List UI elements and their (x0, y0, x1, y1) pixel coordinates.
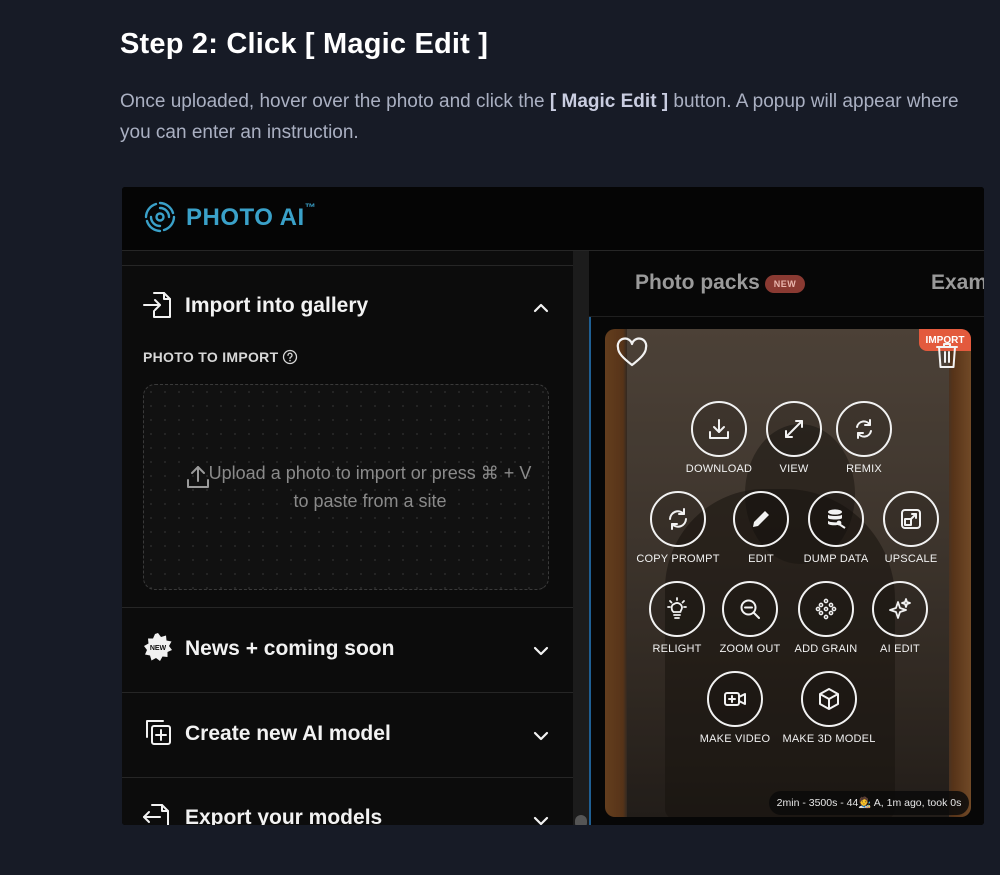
sidebar-scrollbar[interactable] (573, 251, 589, 825)
chevron-down-icon[interactable] (530, 725, 552, 747)
export-icon (143, 804, 169, 825)
upscale-icon (901, 509, 921, 529)
ai-edit-button[interactable] (872, 581, 928, 637)
make-3d-model-label: MAKE 3D MODEL (782, 733, 876, 745)
add-copy-icon (146, 720, 171, 745)
grain-icon (815, 598, 837, 620)
view-button[interactable] (766, 401, 822, 457)
sparkle-icon (889, 598, 911, 619)
step-description: Once uploaded, hover over the photo and … (120, 86, 980, 148)
pencil-icon (753, 511, 769, 527)
download-icon (709, 419, 729, 439)
remix-label: REMIX (846, 463, 882, 475)
photo-ai-logo-icon (144, 201, 176, 233)
cycle-icon (669, 508, 687, 530)
section-title-export[interactable]: Export your models (185, 806, 382, 825)
brand-trademark: ™ (304, 202, 317, 214)
zoom-out-button[interactable] (722, 581, 778, 637)
divider (122, 265, 573, 266)
app-brand[interactable]: PHOTO AI™ (186, 202, 317, 232)
section-title-news[interactable]: News + coming soon (185, 637, 394, 661)
edit-button[interactable] (733, 491, 789, 547)
bulb-icon (667, 597, 687, 619)
new-badge-icon: NEW (144, 633, 172, 661)
divider (122, 777, 573, 778)
scrollbar-thumb[interactable] (575, 815, 587, 825)
desc-text-before: Once uploaded, hover over the photo and … (120, 91, 550, 112)
make-video-button[interactable] (707, 671, 763, 727)
download-button[interactable] (691, 401, 747, 457)
photo-info-pill: 2min - 3500s - 44🧑‍🎨 A, 1m ago, took 0s (769, 791, 969, 815)
import-icon (143, 292, 171, 318)
left-panel: Import into gallery PHOTO TO IMPORT Uplo… (122, 251, 573, 825)
upload-dropzone[interactable]: Upload a photo to import or press ⌘ + V … (143, 384, 549, 590)
photo-card[interactable]: IMPORT DOWNLOAD VIEW REMIX COPY PROMPT E… (605, 329, 971, 817)
app-topbar: PHOTO AI™ (122, 187, 984, 251)
add-grain-button[interactable] (798, 581, 854, 637)
section-title-create-model[interactable]: Create new AI model (185, 722, 391, 746)
desc-bold: [ Magic Edit ] (549, 91, 669, 112)
chevron-down-icon[interactable] (530, 640, 552, 662)
relight-button[interactable] (649, 581, 705, 637)
selection-edge (589, 317, 591, 825)
copy-prompt-button[interactable] (650, 491, 706, 547)
remix-button[interactable] (836, 401, 892, 457)
heart-icon[interactable] (615, 337, 649, 369)
svg-text:NEW: NEW (150, 645, 167, 652)
refresh-icon (856, 419, 872, 439)
dump-data-button[interactable] (808, 491, 864, 547)
brand-name: PHOTO AI (186, 204, 305, 231)
divider (122, 692, 573, 693)
database-icon (828, 509, 846, 529)
expand-icon (785, 420, 803, 438)
trash-icon[interactable] (935, 341, 959, 369)
photo-to-import-label: PHOTO TO IMPORT (143, 349, 279, 365)
upscale-button[interactable] (883, 491, 939, 547)
tab-photo-packs[interactable]: Photo packs (635, 271, 760, 295)
tab-examples[interactable]: Exam (931, 271, 984, 295)
chevron-down-icon[interactable] (530, 810, 552, 825)
help-icon[interactable] (282, 349, 298, 365)
app-screenshot: PHOTO AI™ Import into gallery PHOTO TO I… (122, 187, 984, 825)
ai-edit-label: AI EDIT (880, 643, 920, 655)
zoom-out-icon (740, 599, 760, 619)
tab-divider (589, 316, 984, 317)
upscale-label: UPSCALE (884, 553, 938, 565)
section-title-import[interactable]: Import into gallery (185, 294, 368, 318)
cube-icon (819, 688, 839, 710)
divider (122, 607, 573, 608)
video-icon (724, 692, 746, 706)
right-panel: Photo packs NEW Exam IMPORT DOWNLOAD VIE… (589, 251, 984, 825)
chevron-up-icon[interactable] (530, 297, 552, 319)
upload-instructions: Upload a photo to import or press ⌘ + V … (208, 463, 532, 511)
make-3d-model-button[interactable] (801, 671, 857, 727)
new-badge: NEW (765, 275, 805, 293)
step-title: Step 2: Click [ Magic Edit ] (120, 28, 489, 60)
